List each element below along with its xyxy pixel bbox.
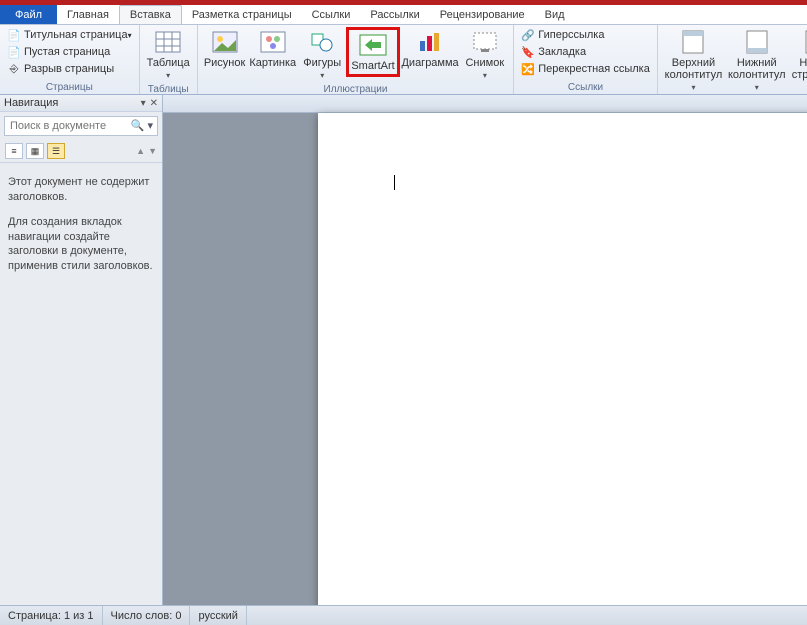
- page-icon: 📄: [7, 45, 21, 59]
- screenshot-button[interactable]: Снимок: [460, 27, 509, 83]
- screenshot-icon: [469, 29, 501, 55]
- group-label-links: Ссылки: [518, 81, 653, 94]
- status-language[interactable]: русский: [190, 606, 246, 625]
- nav-close-icon[interactable]: ✕: [150, 98, 158, 109]
- tab-insert[interactable]: Вставка: [119, 5, 182, 24]
- nav-view-headings[interactable]: ≡: [5, 143, 23, 159]
- nav-view-buttons: ≡ ▦ ☰ ▲ ▼: [0, 140, 162, 163]
- nav-view-results[interactable]: ☰: [47, 143, 65, 159]
- page-icon: 📄: [7, 28, 21, 42]
- shapes-icon: [306, 29, 338, 55]
- group-header-footer: Верхний колонтитул Нижний колонтитул # Н…: [658, 25, 807, 94]
- chart-icon: [414, 29, 446, 55]
- group-pages: 📄Титульная страница ▾ 📄Пустая страница ⎆…: [0, 25, 140, 94]
- crossref-icon: 🔀: [521, 62, 535, 76]
- clipart-button[interactable]: Картинка: [247, 27, 298, 71]
- status-bar: Страница: 1 из 1 Число слов: 0 русский: [0, 605, 807, 625]
- picture-button[interactable]: Рисунок: [202, 27, 248, 71]
- workspace: Навигация ▾ ✕ 🔍 ▾ ≡ ▦ ☰ ▲ ▼ Этот докумен…: [0, 95, 807, 605]
- page-number-button[interactable]: # Номер страницы: [788, 27, 807, 95]
- bookmark-button[interactable]: 🔖Закладка: [518, 44, 653, 60]
- nav-search: 🔍 ▾: [4, 116, 158, 136]
- tab-page-layout[interactable]: Разметка страницы: [182, 5, 302, 24]
- status-words[interactable]: Число слов: 0: [103, 606, 191, 625]
- search-icon[interactable]: 🔍 ▾: [131, 119, 153, 132]
- hyperlink-button[interactable]: 🔗Гиперссылка: [518, 27, 653, 43]
- chart-button[interactable]: Диаграмма: [400, 27, 461, 71]
- group-links: 🔗Гиперссылка 🔖Закладка 🔀Перекрестная ссы…: [514, 25, 658, 94]
- nav-view-pages[interactable]: ▦: [26, 143, 44, 159]
- clipart-icon: [257, 29, 289, 55]
- tab-references[interactable]: Ссылки: [302, 5, 361, 24]
- blank-page-button[interactable]: 📄Пустая страница: [4, 44, 135, 60]
- nav-dropdown-icon[interactable]: ▾: [141, 98, 146, 109]
- footer-button[interactable]: Нижний колонтитул: [725, 27, 788, 95]
- tab-mailings[interactable]: Рассылки: [360, 5, 429, 24]
- picture-icon: [209, 29, 241, 55]
- navigation-pane: Навигация ▾ ✕ 🔍 ▾ ≡ ▦ ☰ ▲ ▼ Этот докумен…: [0, 95, 163, 605]
- header-button[interactable]: Верхний колонтитул: [662, 27, 725, 95]
- ruler[interactable]: [163, 95, 807, 113]
- ribbon-tabs: Файл Главная Вставка Разметка страницы С…: [0, 5, 807, 25]
- header-icon: [677, 29, 709, 55]
- tab-review[interactable]: Рецензирование: [430, 5, 535, 24]
- tab-view[interactable]: Вид: [535, 5, 575, 24]
- nav-message: Этот документ не содержит заголовков. Дл…: [0, 163, 162, 296]
- nav-title: Навигация: [4, 97, 58, 109]
- crossref-button[interactable]: 🔀Перекрестная ссылка: [518, 61, 653, 77]
- text-cursor: [394, 175, 395, 190]
- document-area[interactable]: [163, 95, 807, 605]
- group-tables: Таблица Таблицы: [140, 25, 198, 94]
- nav-up-icon[interactable]: ▲: [136, 146, 145, 156]
- table-button[interactable]: Таблица: [144, 27, 193, 83]
- cover-page-button[interactable]: 📄Титульная страница ▾: [4, 27, 135, 43]
- shapes-button[interactable]: Фигуры: [298, 27, 346, 83]
- table-icon: [152, 29, 184, 55]
- nav-down-icon[interactable]: ▼: [148, 146, 157, 156]
- footer-icon: [741, 29, 773, 55]
- group-label-pages: Страницы: [4, 81, 135, 94]
- break-icon: ⎆: [7, 62, 21, 76]
- status-page[interactable]: Страница: 1 из 1: [0, 606, 103, 625]
- bookmark-icon: 🔖: [521, 45, 535, 59]
- page-break-button[interactable]: ⎆Разрыв страницы: [4, 61, 135, 77]
- smartart-icon: [357, 32, 389, 58]
- hyperlink-icon: 🔗: [521, 28, 535, 42]
- tab-file[interactable]: Файл: [0, 5, 57, 24]
- ribbon: 📄Титульная страница ▾ 📄Пустая страница ⎆…: [0, 25, 807, 95]
- pagenum-icon: #: [800, 29, 807, 55]
- smartart-button[interactable]: SmartArt: [346, 27, 399, 77]
- nav-header: Навигация ▾ ✕: [0, 95, 162, 112]
- tab-home[interactable]: Главная: [57, 5, 119, 24]
- group-illustrations: Рисунок Картинка Фигуры SmartArt Диаграм…: [198, 25, 515, 94]
- document-page[interactable]: [318, 113, 807, 605]
